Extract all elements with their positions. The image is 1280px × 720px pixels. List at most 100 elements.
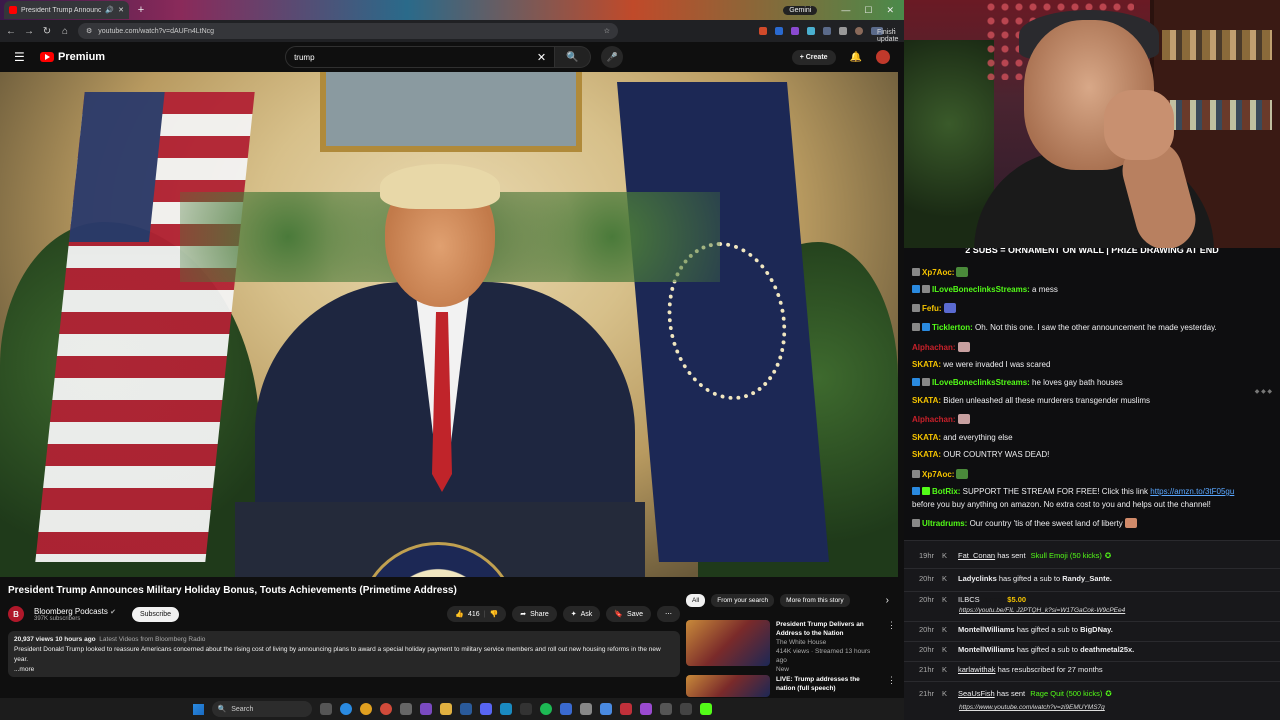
address-bar[interactable]: ⚙ youtube.com/watch?v=dAUFn4LtNcg ☆: [78, 23, 618, 39]
recommendation-title[interactable]: President Trump Delivers an Address to t…: [776, 620, 881, 638]
recommendation-item[interactable]: LIVE: Trump addresses the nation (full s…: [686, 675, 896, 697]
save-button[interactable]: 🔖 Save: [606, 606, 651, 622]
feed-user[interactable]: karlawithak: [958, 665, 996, 674]
chat-username[interactable]: Fefu:: [922, 304, 942, 313]
clear-search-icon[interactable]: ✕: [537, 51, 546, 64]
recommendation-title[interactable]: LIVE: Trump addresses the nation (full s…: [776, 675, 881, 693]
chat-username[interactable]: Xp7Aoc:: [922, 268, 954, 277]
chat-username[interactable]: Xp7Aoc:: [922, 470, 954, 479]
video-thumbnail[interactable]: [686, 620, 770, 666]
avatar[interactable]: [876, 50, 890, 64]
kick-icon[interactable]: [699, 703, 712, 715]
app-icon[interactable]: [579, 703, 592, 715]
close-window-icon[interactable]: ✕: [886, 5, 894, 16]
app-icon[interactable]: [399, 703, 412, 715]
tab-close-icon[interactable]: ✕: [118, 6, 124, 14]
chip-more-from-story[interactable]: More from this story: [780, 594, 850, 607]
discord-icon[interactable]: [479, 703, 492, 715]
description-link[interactable]: Latest Videos from Bloomberg Radio: [99, 636, 205, 643]
app-icon[interactable]: [599, 703, 612, 715]
bookmark-star-icon[interactable]: ☆: [604, 27, 610, 35]
feed-link[interactable]: https://www.youtube.com/watch?v=zi9EMUYM…: [959, 704, 1105, 711]
gemini-button[interactable]: Gemini: [783, 5, 818, 15]
home-icon[interactable]: ⌂: [60, 26, 70, 37]
botrix-link[interactable]: https://amzn.to/3tF05gu: [1150, 487, 1234, 496]
feed-user[interactable]: MontellWilliams: [958, 645, 1015, 654]
app-icon[interactable]: [519, 703, 532, 715]
like-button[interactable]: 👍 416 | 👎: [447, 606, 507, 622]
extension-icon[interactable]: [759, 27, 767, 35]
app-icon[interactable]: [559, 703, 572, 715]
windows-start-icon[interactable]: [192, 703, 204, 715]
recommendation-item[interactable]: President Trump Delivers an Address to t…: [686, 620, 896, 674]
app-icon[interactable]: [499, 703, 512, 715]
feed-target[interactable]: BigDNay.: [1080, 625, 1113, 634]
show-more-link[interactable]: ...more: [14, 665, 674, 675]
video-player[interactable]: [0, 72, 898, 577]
tab-audio-icon[interactable]: 🔊: [105, 6, 114, 14]
feed-user[interactable]: Fat_Conan: [958, 551, 995, 560]
create-button[interactable]: + Create: [791, 49, 836, 65]
folder-icon[interactable]: [439, 703, 452, 715]
share-button[interactable]: ➦ Share: [512, 606, 557, 622]
feed-target[interactable]: deathmetal25x.: [1080, 645, 1134, 654]
minimize-icon[interactable]: —: [841, 5, 850, 15]
site-info-icon[interactable]: ⚙: [86, 27, 92, 35]
profile-icon[interactable]: [855, 27, 863, 35]
taskbar-search[interactable]: 🔍 Search: [211, 701, 312, 717]
pin-icon[interactable]: ◆: [1267, 389, 1272, 395]
more-options-icon[interactable]: ⋮: [887, 620, 896, 674]
chat-username[interactable]: Ultradrums:: [922, 519, 967, 528]
feed-user[interactable]: SeaUsFish: [958, 689, 995, 698]
feed-link[interactable]: https://youtu.be/FIL J2PTQH_k?si=W1TGaCo…: [959, 607, 1125, 614]
chip-all[interactable]: All: [686, 594, 706, 607]
extension-icon[interactable]: [807, 27, 815, 35]
menu-dots-icon[interactable]: ⋮: [891, 27, 898, 35]
feed-user[interactable]: Ladyclinks: [958, 574, 997, 583]
more-options-icon[interactable]: ⋮: [887, 675, 896, 697]
extension-icon[interactable]: [791, 27, 799, 35]
channel-name[interactable]: Bloomberg Podcasts ✔: [34, 607, 116, 616]
pin-icon[interactable]: ◆: [1255, 389, 1260, 395]
chat-username[interactable]: ILoveBoneclinksStreams:: [932, 378, 1030, 387]
spotify-icon[interactable]: [539, 703, 552, 715]
app-icon[interactable]: [619, 703, 632, 715]
chat-username[interactable]: Ticklerton:: [932, 323, 973, 332]
channel-avatar[interactable]: B: [8, 606, 24, 622]
more-actions-button[interactable]: ⋯: [657, 606, 680, 622]
feed-user[interactable]: ILBCS: [958, 595, 980, 604]
chat-username[interactable]: SKATA:: [912, 433, 941, 442]
chat-username[interactable]: SKATA:: [912, 360, 941, 369]
search-input[interactable]: trump ✕: [285, 46, 556, 68]
chip-from-search[interactable]: From your search: [711, 594, 775, 607]
chat-username[interactable]: BotRix:: [932, 487, 960, 496]
reload-icon[interactable]: ↻: [42, 26, 52, 37]
chrome-icon[interactable]: [359, 703, 372, 715]
back-icon[interactable]: ←: [6, 26, 16, 37]
app-icon[interactable]: [459, 703, 472, 715]
description-box[interactable]: 20,937 views 10 hours ago Latest Videos …: [8, 631, 680, 677]
new-tab-button[interactable]: +: [135, 4, 147, 16]
chat-username[interactable]: SKATA:: [912, 396, 941, 405]
maximize-icon[interactable]: ☐: [864, 5, 872, 16]
feed-target[interactable]: Randy_Sante.: [1062, 574, 1112, 583]
finish-update-button[interactable]: Finish update: [871, 27, 898, 43]
tab-active[interactable]: President Trump Announc... 🔊 ✕: [4, 1, 129, 19]
voice-search-button[interactable]: 🎤: [601, 46, 624, 68]
app-icon[interactable]: [659, 703, 672, 715]
thumbs-down-icon[interactable]: 👎: [489, 610, 498, 618]
ask-button[interactable]: ✦ Ask: [562, 606, 601, 622]
chat-username[interactable]: Alphachan:: [912, 343, 956, 352]
app-icon[interactable]: [639, 703, 652, 715]
video-thumbnail[interactable]: [686, 675, 770, 697]
extension-icon[interactable]: [823, 27, 831, 35]
chrome-icon[interactable]: [379, 703, 392, 715]
pin-icon[interactable]: ◆: [1261, 389, 1266, 395]
chevron-right-icon[interactable]: ›: [886, 595, 889, 606]
subscribe-button[interactable]: Subscribe: [131, 606, 180, 622]
youtube-logo[interactable]: Premium: [40, 51, 105, 63]
search-button[interactable]: 🔍: [555, 46, 592, 68]
app-icon[interactable]: [679, 703, 692, 715]
feed-user[interactable]: MontellWilliams: [958, 625, 1015, 634]
chat-username[interactable]: Alphachan:: [912, 415, 956, 424]
